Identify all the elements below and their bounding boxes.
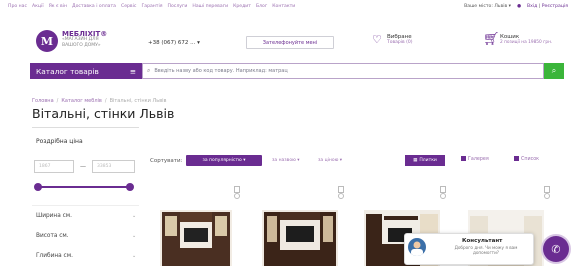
top-links: Про нас Акції Як є він Доставка і оплата… bbox=[8, 4, 295, 9]
price-max-input[interactable]: 33853 bbox=[92, 160, 135, 173]
favorite-icon[interactable] bbox=[440, 193, 446, 199]
search-input[interactable]: ⌕ Введіть назву або код товару. Наприкла… bbox=[142, 63, 544, 79]
top-link-blog[interactable]: Блог bbox=[256, 4, 267, 9]
compare-icon[interactable] bbox=[440, 186, 446, 193]
catalog-button[interactable]: Каталог товарів ≡ bbox=[30, 63, 142, 79]
brand: МЕБЛІХІТ® «МАГАЗИН ДЛЯ ВАШОГО ДОМУ» bbox=[62, 31, 107, 49]
filter-height[interactable]: Висота см. bbox=[36, 233, 69, 239]
gallery-icon bbox=[461, 156, 466, 161]
favorite-icon[interactable] bbox=[234, 193, 240, 199]
breadcrumb-separator: / bbox=[56, 98, 59, 104]
compare-icon[interactable] bbox=[338, 186, 344, 193]
price-filter-label: Роздрібна ціна bbox=[36, 138, 83, 145]
view-list-button[interactable]: Список bbox=[514, 156, 539, 162]
consultant-avatar bbox=[408, 238, 426, 256]
breadcrumb-home[interactable]: Головна bbox=[32, 98, 54, 104]
favorite-icon[interactable] bbox=[544, 193, 550, 199]
view-list-label: Список bbox=[521, 157, 540, 162]
cart-summary: 2 позиції на 19850 грн. bbox=[500, 40, 553, 45]
phone-icon[interactable]: ✆ bbox=[543, 236, 569, 262]
favorite-icon[interactable] bbox=[338, 193, 344, 199]
top-link-warranty[interactable]: Гарантія bbox=[141, 4, 162, 9]
product-image[interactable] bbox=[156, 204, 236, 266]
sidebar-divider bbox=[32, 205, 139, 206]
price-min-input[interactable]: 1867 bbox=[34, 160, 74, 173]
city-selector[interactable]: Ваше місто: Львів ▾ bbox=[464, 4, 511, 9]
view-gallery-label: Галерея bbox=[468, 157, 489, 162]
top-link-about[interactable]: Про нас bbox=[8, 4, 27, 9]
phone-dropdown[interactable]: +38 (067) 672 ... ▾ bbox=[148, 40, 200, 46]
filter-width[interactable]: Ширина см. bbox=[36, 213, 72, 219]
product-card[interactable] bbox=[254, 186, 346, 266]
view-tiles-button[interactable]: ▦ Плитки bbox=[405, 155, 445, 166]
login-link[interactable]: Вхід bbox=[527, 4, 537, 9]
cart-link[interactable]: Кошик 2 позиції на 19850 грн. bbox=[500, 34, 552, 46]
search-button-icon: ⌕ bbox=[551, 66, 557, 75]
compare-icon[interactable] bbox=[234, 186, 240, 193]
sort-price-button[interactable]: за ціною ▾ bbox=[318, 158, 342, 163]
account-links: Ваше місто: Львів ▾ ● Вхід | Реєстрація bbox=[464, 4, 568, 9]
search-icon: ⌕ bbox=[147, 67, 151, 74]
favorites-icon[interactable]: ♡ bbox=[372, 33, 382, 46]
callback-button[interactable]: Зателефонуйте мені bbox=[246, 36, 334, 49]
catalog-label: Каталог товарів bbox=[36, 66, 99, 76]
consultant-name: Консультант bbox=[462, 238, 503, 244]
list-icon bbox=[514, 156, 519, 161]
view-gallery-button[interactable]: Галерея bbox=[461, 156, 489, 162]
top-link-services[interactable]: Послуги bbox=[168, 4, 188, 9]
search-placeholder: Введіть назву або код товару. Наприклад:… bbox=[154, 68, 288, 74]
top-link-credit[interactable]: Кредит bbox=[233, 4, 251, 9]
chevron-down-icon[interactable]: ⌄ bbox=[132, 213, 136, 219]
sort-name-button[interactable]: за назвою ▾ bbox=[272, 158, 300, 163]
consultant-message: Доброго дня. Чи можу я вам допомогти? bbox=[454, 245, 518, 255]
breadcrumb-separator: / bbox=[104, 98, 107, 104]
top-link-promo[interactable]: Акції bbox=[32, 4, 44, 9]
brand-tagline-2: ВАШОГО ДОМУ» bbox=[62, 43, 101, 48]
chevron-down-icon[interactable]: ⌄ bbox=[132, 233, 136, 239]
price-range-dash: — bbox=[80, 163, 86, 170]
breadcrumb-catalog[interactable]: Каталог меблів bbox=[61, 98, 102, 104]
logo[interactable]: М bbox=[36, 30, 58, 52]
grid-icon: ▦ bbox=[413, 158, 418, 163]
favorites-count: Товарів (0) bbox=[387, 40, 413, 45]
top-link-advantages[interactable]: Наші переваги bbox=[192, 4, 228, 9]
menu-icon: ≡ bbox=[129, 66, 136, 76]
user-icon: ● bbox=[516, 4, 521, 9]
price-slider-track[interactable] bbox=[38, 186, 130, 188]
filter-depth[interactable]: Глибина см. bbox=[36, 253, 73, 259]
sort-label: Сортувати: bbox=[150, 158, 183, 164]
register-link[interactable]: Реєстрація bbox=[542, 4, 568, 9]
compare-icon[interactable] bbox=[544, 186, 550, 193]
sidebar-divider bbox=[32, 127, 139, 128]
sort-popularity-button[interactable]: за популярністю ▾ bbox=[186, 155, 262, 166]
price-slider-min-handle[interactable] bbox=[34, 183, 42, 191]
cart-icon[interactable]: 🛒︎ bbox=[483, 32, 500, 47]
view-tiles-label: Плитки bbox=[419, 158, 437, 163]
page-title: Вітальні, стінки Львів bbox=[32, 106, 175, 121]
top-link-how[interactable]: Як є він bbox=[49, 4, 67, 9]
breadcrumb-current: Вітальні, стінки Львів bbox=[109, 98, 167, 104]
top-link-service[interactable]: Сервіс bbox=[121, 4, 136, 9]
favorites-link[interactable]: Вибране Товарів (0) bbox=[387, 34, 412, 46]
search-button[interactable]: ⌕ bbox=[544, 63, 564, 79]
breadcrumb: Головна / Каталог меблів / Вітальні, сті… bbox=[32, 98, 167, 104]
product-card[interactable] bbox=[150, 186, 242, 266]
product-image[interactable] bbox=[260, 204, 340, 266]
chevron-down-icon[interactable]: ⌄ bbox=[132, 253, 136, 259]
top-link-delivery[interactable]: Доставка і оплата bbox=[72, 4, 116, 9]
price-slider-max-handle[interactable] bbox=[126, 183, 134, 191]
top-link-contacts[interactable]: Контакти bbox=[272, 4, 295, 9]
